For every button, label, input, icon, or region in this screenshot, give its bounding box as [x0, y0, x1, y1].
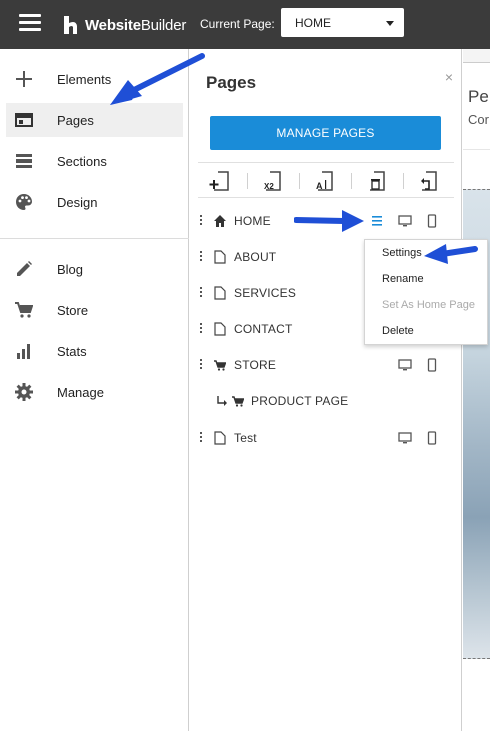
preview-divider [463, 149, 490, 150]
page-name: CONTACT [234, 322, 293, 336]
current-page-value: HOME [295, 16, 331, 30]
sections-icon [12, 151, 36, 171]
rename-label: A [316, 181, 323, 191]
preview-subheading: Cor [468, 112, 489, 127]
subpage-arrow-icon [217, 396, 227, 406]
hamburger-menu-icon[interactable] [19, 14, 41, 34]
undo-page-icon[interactable] [417, 169, 441, 193]
mobile-icon[interactable] [425, 358, 439, 372]
logo-house-icon [64, 16, 77, 34]
page-icon [214, 322, 226, 336]
sidebar-item-pages[interactable]: Pages [6, 103, 183, 137]
drag-handle-icon[interactable] [200, 215, 203, 227]
sidebar-item-label: Blog [57, 261, 84, 277]
page-name: PRODUCT PAGE [251, 394, 349, 408]
sidebar-item-sections[interactable]: Sections [6, 144, 183, 178]
gear-icon [12, 382, 36, 402]
home-icon [214, 215, 226, 227]
desktop-icon[interactable] [398, 431, 412, 445]
palette-icon [12, 192, 36, 212]
toolbar-separator [351, 173, 352, 189]
drag-handle-icon[interactable] [200, 251, 203, 263]
menu-item-settings[interactable]: Settings [382, 247, 422, 259]
sidebar-divider [0, 238, 189, 239]
sidebar-item-elements[interactable]: Elements [6, 62, 183, 96]
page-menu-icon[interactable] [370, 214, 384, 228]
page-name: HOME [234, 214, 271, 228]
pages-panel: Pages × MANAGE PAGES X2 A HOME ABOUT SER… [190, 49, 462, 731]
sidebar-item-label: Store [57, 302, 89, 318]
page-toolbar: X2 A [198, 162, 454, 198]
drag-handle-icon[interactable] [200, 287, 203, 299]
pencil-icon [12, 259, 36, 279]
page-row-store[interactable]: STORE [190, 353, 462, 377]
sidebar-item-label: Design [57, 194, 98, 210]
logo: WebsiteBuilder [62, 12, 186, 38]
delete-page-icon[interactable] [365, 169, 389, 193]
add-page-icon[interactable] [209, 169, 233, 193]
plus-icon [12, 69, 36, 89]
bar-chart-icon [12, 341, 36, 361]
sidebar-item-design[interactable]: Design [6, 185, 183, 219]
desktop-icon[interactable] [398, 358, 412, 372]
sidebar-item-store[interactable]: Store [6, 293, 183, 327]
rename-page-icon[interactable]: A [313, 169, 337, 193]
page-row-test[interactable]: Test [190, 426, 462, 450]
drag-handle-icon[interactable] [200, 359, 203, 371]
menu-item-set-as-home-page: Set As Home Page [382, 299, 475, 311]
mobile-icon[interactable] [425, 431, 439, 445]
preview-heading: Pe [468, 87, 489, 106]
pages-icon [12, 110, 36, 130]
page-icon [214, 286, 226, 300]
current-page-label: Current Page: [200, 17, 275, 31]
page-icon [214, 431, 226, 445]
page-context-menu: Settings Rename Set As Home Page Delete [364, 239, 488, 345]
page-preview[interactable]: Pe Cor [463, 49, 490, 731]
menu-item-delete[interactable]: Delete [382, 325, 414, 337]
left-sidebar: Elements Pages Sections Design Blog Stor… [0, 49, 189, 731]
cart-icon [12, 300, 36, 320]
top-bar: WebsiteBuilder Current Page: HOME [0, 0, 490, 49]
page-name: STORE [234, 358, 277, 372]
sidebar-item-label: Manage [57, 384, 104, 400]
desktop-icon[interactable] [398, 214, 412, 228]
toolbar-separator [403, 173, 404, 189]
cart-icon [232, 396, 244, 407]
page-icon [214, 250, 226, 264]
menu-item-rename[interactable]: Rename [382, 273, 424, 285]
mobile-icon[interactable] [425, 214, 439, 228]
drag-handle-icon[interactable] [200, 432, 203, 444]
sidebar-item-label: Elements [57, 71, 112, 87]
close-icon[interactable]: × [445, 69, 453, 85]
page-row-product-page[interactable]: PRODUCT PAGE [190, 389, 462, 413]
toolbar-separator [247, 173, 248, 189]
sidebar-item-stats[interactable]: Stats [6, 334, 183, 368]
sidebar-item-manage[interactable]: Manage [6, 375, 183, 409]
panel-title: Pages [206, 73, 257, 92]
page-name: ABOUT [234, 250, 277, 264]
duplicate-page-icon[interactable]: X2 [261, 169, 285, 193]
toolbar-separator [299, 173, 300, 189]
sidebar-item-label: Pages [57, 112, 94, 128]
page-row-home[interactable]: HOME [190, 209, 462, 233]
sidebar-item-blog[interactable]: Blog [6, 252, 183, 286]
manage-pages-button[interactable]: MANAGE PAGES [210, 116, 441, 150]
chevron-down-icon [386, 21, 394, 26]
sidebar-item-label: Sections [57, 153, 107, 169]
drag-handle-icon[interactable] [200, 323, 203, 335]
logo-text: WebsiteBuilder [85, 16, 187, 34]
page-name: SERVICES [234, 286, 297, 300]
current-page-select[interactable]: HOME [281, 8, 404, 37]
page-name: Test [234, 431, 257, 445]
duplicate-label: X2 [264, 182, 274, 191]
ruler [463, 49, 490, 63]
sidebar-item-label: Stats [57, 343, 87, 359]
cart-icon [214, 360, 226, 371]
